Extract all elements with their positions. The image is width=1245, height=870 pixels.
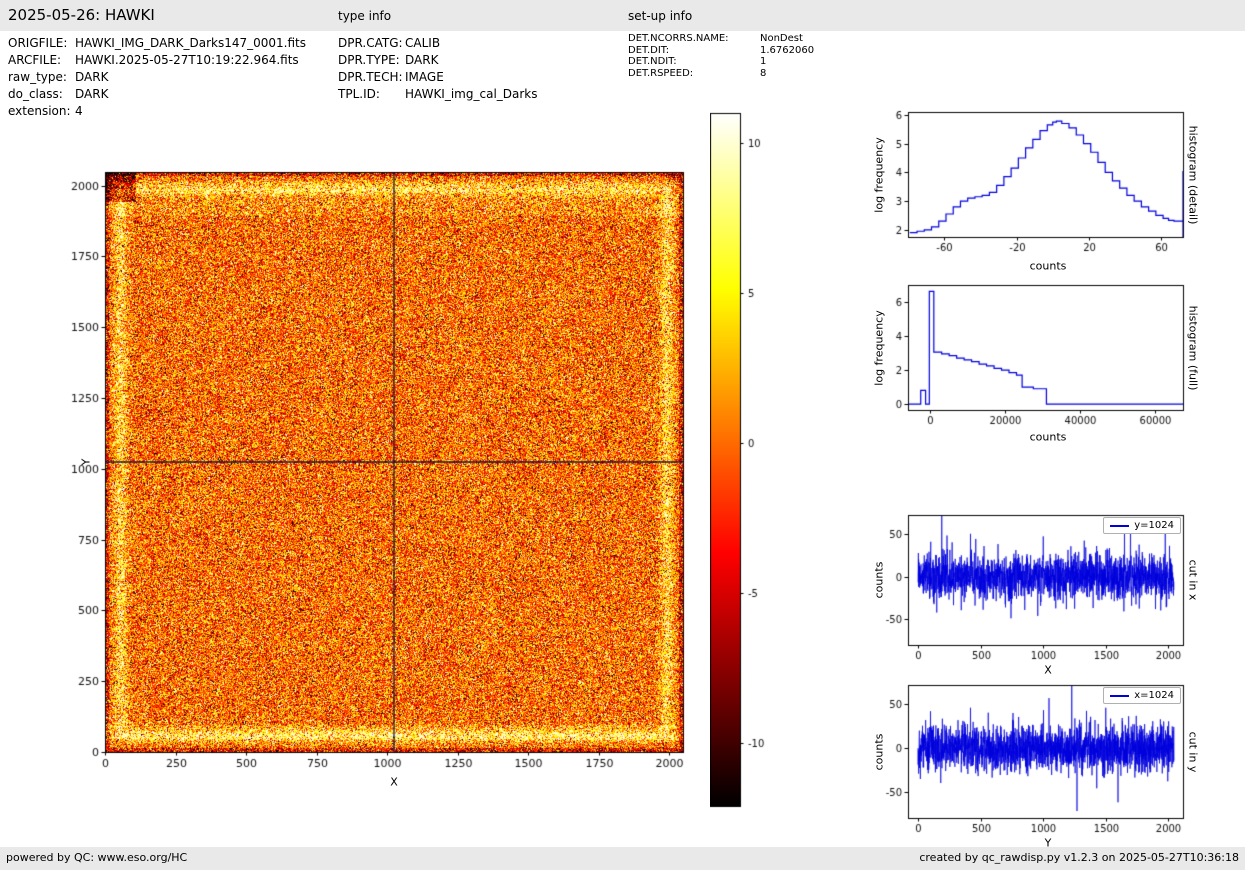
legend-cut-x: y=1024 bbox=[1103, 517, 1181, 534]
main-yaxis-label: Y bbox=[79, 458, 93, 466]
info-value: HAWKI.2025-05-27T10:19:22.964.fits bbox=[75, 53, 299, 67]
info-row: raw_type: DARK bbox=[8, 69, 306, 86]
main-image-canvas bbox=[58, 164, 708, 776]
info-row: ORIGFILE: HAWKI_IMG_DARK_Darks147_0001.fi… bbox=[8, 35, 306, 52]
info-row: do_class: DARK bbox=[8, 86, 306, 103]
info-value: 1.6762060 bbox=[760, 44, 815, 56]
cut-x-right-label: cut in x bbox=[1186, 559, 1200, 601]
qc-report-page: 2025-05-26: HAWKI type info set-up info … bbox=[0, 0, 1245, 870]
info-label: DET.NDIT: bbox=[628, 56, 677, 67]
setup-info-block: DET.NCORRS.NAME: NonDest DET.DIT: 1.676206… bbox=[628, 33, 814, 79]
info-value: 4 bbox=[75, 104, 83, 118]
info-row: DET.RSPEED: 8 bbox=[628, 68, 814, 80]
info-value: IMAGE bbox=[405, 70, 444, 84]
hist-full-yaxis-label: log frequency bbox=[872, 310, 886, 386]
info-label: extension: bbox=[8, 104, 71, 118]
info-value: HAWKI_IMG_DARK_Darks147_0001.fits bbox=[75, 36, 306, 50]
legend-cut-x-label: y=1024 bbox=[1134, 520, 1174, 531]
footer-left-text: powered by QC: www.eso.org/HC bbox=[6, 851, 188, 864]
type-info-heading: type info bbox=[338, 9, 392, 23]
cut-x-xaxis-label: X bbox=[1044, 663, 1052, 677]
info-row: DPR.CATG: CALIB bbox=[338, 35, 538, 52]
info-value: 8 bbox=[760, 67, 767, 79]
hist-detail-xaxis-label: counts bbox=[1029, 259, 1067, 273]
histogram-full-canvas bbox=[868, 278, 1198, 430]
info-label: ARCFILE: bbox=[8, 53, 62, 67]
info-label: ORIGFILE: bbox=[8, 36, 68, 50]
info-row: TPL.ID: HAWKI_img_cal_Darks bbox=[338, 86, 538, 103]
main-xaxis-label: X bbox=[390, 775, 398, 789]
info-value: CALIB bbox=[405, 36, 441, 50]
page-title: 2025-05-26: HAWKI bbox=[8, 6, 155, 24]
cut-y-right-label: cut in y bbox=[1186, 731, 1200, 773]
file-info-block: ORIGFILE: HAWKI_IMG_DARK_Darks147_0001.fi… bbox=[8, 35, 306, 120]
legend-cut-y: x=1024 bbox=[1103, 687, 1181, 704]
setup-info-heading: set-up info bbox=[628, 9, 693, 23]
info-label: raw_type: bbox=[8, 70, 67, 84]
info-value: 1 bbox=[760, 56, 767, 67]
info-label: DPR.TECH: bbox=[338, 70, 403, 84]
hist-detail-right-label: histogram (detail) bbox=[1186, 125, 1200, 225]
hist-full-xaxis-label: counts bbox=[1029, 430, 1067, 444]
info-label: TPL.ID: bbox=[338, 87, 380, 101]
info-row: DPR.TECH: IMAGE bbox=[338, 69, 538, 86]
info-label: DPR.CATG: bbox=[338, 36, 403, 50]
legend-line-icon bbox=[1110, 694, 1130, 697]
info-row: extension: 4 bbox=[8, 103, 306, 120]
info-row: ARCFILE: HAWKI.2025-05-27T10:19:22.964.fi… bbox=[8, 52, 306, 69]
footer-right-text: created by qc_rawdisp.py v1.2.3 on 2025-… bbox=[919, 851, 1239, 864]
legend-cut-y-label: x=1024 bbox=[1134, 690, 1174, 701]
info-label: DET.DIT: bbox=[628, 44, 670, 56]
colorbar-canvas bbox=[710, 110, 790, 810]
info-value: DARK bbox=[405, 53, 439, 67]
info-value: DARK bbox=[75, 87, 109, 101]
histogram-detail-canvas bbox=[868, 105, 1198, 257]
cut-y-yaxis-label: counts bbox=[872, 733, 886, 771]
legend-line-icon bbox=[1110, 524, 1130, 527]
info-row: DPR.TYPE: DARK bbox=[338, 52, 538, 69]
info-label: DET.RSPEED: bbox=[628, 67, 694, 79]
hist-detail-yaxis-label: log frequency bbox=[872, 137, 886, 213]
info-value: NonDest bbox=[760, 33, 803, 44]
hist-full-right-label: histogram (full) bbox=[1186, 305, 1200, 391]
cut-x-yaxis-label: counts bbox=[872, 561, 886, 599]
info-value: DARK bbox=[75, 70, 109, 84]
info-value: HAWKI_img_cal_Darks bbox=[405, 87, 538, 101]
info-label: DPR.TYPE: bbox=[338, 53, 400, 67]
type-info-block: DPR.CATG: CALIB DPR.TYPE: DARK DPR.TECH: IM… bbox=[338, 35, 538, 103]
info-row: DET.DIT: 1.6762060 bbox=[628, 45, 814, 57]
info-row: DET.NCORRS.NAME: NonDest bbox=[628, 33, 814, 45]
header-bar bbox=[0, 0, 1245, 31]
info-label: do_class: bbox=[8, 87, 63, 101]
info-row: DET.NDIT: 1 bbox=[628, 56, 814, 68]
info-label: DET.NCORRS.NAME: bbox=[628, 33, 729, 44]
